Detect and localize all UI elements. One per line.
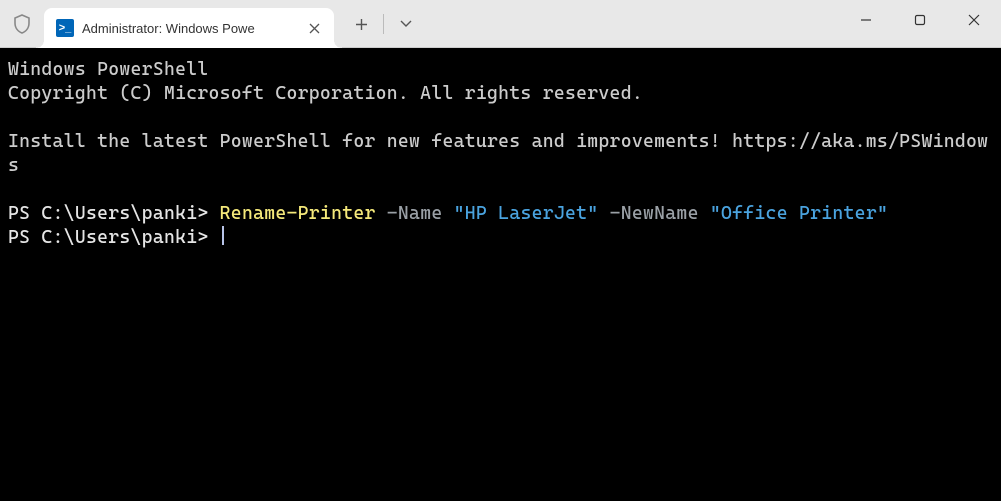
minimize-button[interactable] xyxy=(839,0,893,40)
tab-actions xyxy=(334,0,423,48)
new-tab-button[interactable] xyxy=(344,7,378,41)
prompt: PS C:\Users\panki> xyxy=(8,203,220,224)
blank-line xyxy=(8,106,993,130)
close-tab-button[interactable] xyxy=(304,18,324,38)
titlebar: >_ Administrator: Windows Powe xyxy=(0,0,1001,48)
banner-line: Install the latest PowerShell for new fe… xyxy=(8,130,993,178)
command-line: PS C:\Users\panki> Rename-Printer -Name … xyxy=(8,202,993,226)
prompt: PS C:\Users\panki> xyxy=(8,227,220,248)
blank-line xyxy=(8,178,993,202)
terminal-output[interactable]: Windows PowerShell Copyright (C) Microso… xyxy=(0,48,1001,501)
param-token: -NewName xyxy=(610,203,699,224)
banner-line: Windows PowerShell xyxy=(8,58,993,82)
close-button[interactable] xyxy=(947,0,1001,40)
powershell-icon: >_ xyxy=(56,19,74,37)
window-controls xyxy=(839,0,1001,48)
divider xyxy=(383,14,384,34)
prompt-line: PS C:\Users\panki> xyxy=(8,226,993,250)
maximize-button[interactable] xyxy=(893,0,947,40)
tab-title: Administrator: Windows Powe xyxy=(82,21,296,36)
string-token: "HP LaserJet" xyxy=(454,203,599,224)
banner-line: Copyright (C) Microsoft Corporation. All… xyxy=(8,82,993,106)
tab-dropdown-button[interactable] xyxy=(389,7,423,41)
cursor xyxy=(222,226,224,245)
string-token: "Office Printer" xyxy=(710,203,888,224)
tab-powershell[interactable]: >_ Administrator: Windows Powe xyxy=(44,8,334,48)
cmdlet-token: Rename-Printer xyxy=(220,203,376,224)
param-token: -Name xyxy=(387,203,443,224)
